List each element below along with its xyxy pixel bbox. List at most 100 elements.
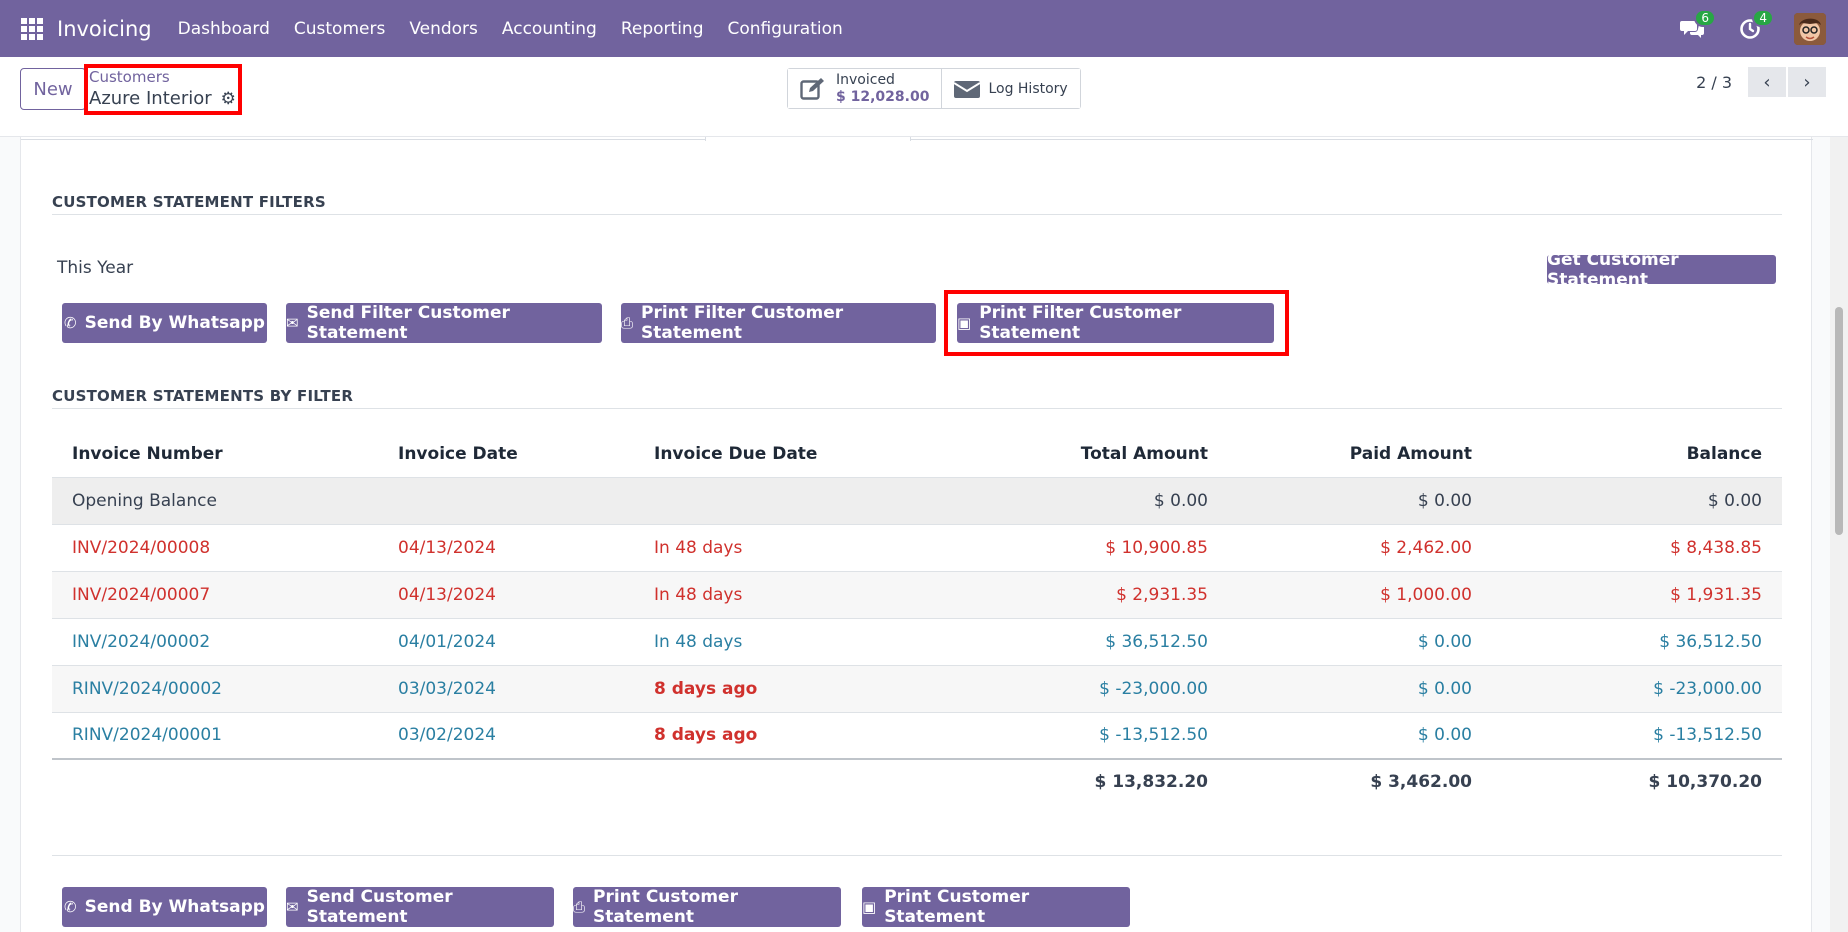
apps-menu-icon[interactable] [21, 17, 43, 40]
app-brand[interactable]: Invoicing [57, 17, 152, 41]
printer-icon: ⎙ [621, 314, 634, 332]
empty-cell [378, 477, 634, 525]
menu-customers[interactable]: Customers [282, 19, 397, 39]
header-invoice-date: Invoice Date [378, 431, 634, 478]
pager-previous-button[interactable]: ‹ [1748, 67, 1786, 97]
send-customer-statement-label: Send Customer Statement [306, 887, 453, 927]
grand-balance: $ 10,370.20 [1492, 758, 1782, 804]
menu-reporting[interactable]: Reporting [609, 19, 716, 39]
activities-button[interactable]: 4 [1736, 8, 1774, 43]
gear-icon[interactable]: ⚙ [221, 89, 236, 109]
invoice-balance: $ 1,931.35 [1492, 571, 1782, 619]
invoice-total: $ -23,000.00 [934, 665, 1228, 713]
invoice-due: 8 days ago [634, 665, 934, 713]
top-navbar: Invoicing Dashboard Customers Vendors Ac… [0, 0, 1848, 57]
print-customer-statement-pdf-button[interactable]: ⎙ Print Customer Statement [573, 887, 841, 927]
invoice-due: In 48 days [634, 571, 934, 619]
printer-icon: ⎙ [573, 898, 586, 916]
empty-cell [378, 758, 634, 804]
pager: 2 / 3 ‹ › [1696, 67, 1826, 97]
section-divider [52, 408, 1782, 409]
main-menu: Dashboard Customers Vendors Accounting R… [166, 19, 855, 39]
opening-balance-row: Opening Balance $ 0.00 $ 0.00 $ 0.00 [52, 477, 1782, 525]
menu-configuration[interactable]: Configuration [716, 19, 855, 39]
envelope-icon: ✉ [286, 314, 299, 332]
empty-cell [634, 477, 934, 525]
systray: 6 4 [1648, 8, 1826, 45]
scrollbar-thumb[interactable] [1835, 307, 1843, 535]
invoice-balance: $ 36,512.50 [1492, 618, 1782, 666]
header-due-date: Invoice Due Date [634, 431, 934, 478]
tab-active[interactable] [705, 137, 911, 141]
user-avatar[interactable] [1794, 12, 1826, 45]
invoice-number: INV/2024/00008 [52, 524, 378, 572]
menu-dashboard[interactable]: Dashboard [166, 19, 282, 39]
header-paid-amount: Paid Amount [1228, 431, 1492, 478]
invoice-date: 04/01/2024 [378, 618, 634, 666]
excel-file-icon: ▣ [957, 314, 972, 332]
new-button[interactable]: New [20, 68, 86, 110]
page-scrollbar[interactable] [1830, 137, 1848, 932]
messages-badge: 6 [1694, 8, 1716, 27]
print-customer-statement-pdf-label: Print Customer Statement [593, 887, 738, 927]
print-filter-statement-excel-button[interactable]: ▣ Print Filter Customer Statement [957, 303, 1274, 343]
grand-paid: $ 3,462.00 [1228, 758, 1492, 804]
log-history-label: Log History [988, 80, 1068, 97]
empty-cell [52, 758, 378, 804]
get-customer-statement-button[interactable]: Get Customer Statement [1547, 250, 1776, 290]
invoice-paid: $ 0.00 [1228, 712, 1492, 760]
form-sheet: CUSTOMER STATEMENT FILTERS This Year Get… [20, 137, 1813, 932]
log-history-button[interactable]: Log History [942, 69, 1080, 108]
invoice-paid: $ 2,462.00 [1228, 524, 1492, 572]
tab-right[interactable] [911, 137, 1813, 140]
invoice-date: 04/13/2024 [378, 571, 634, 619]
invoice-number: RINV/2024/00001 [52, 712, 378, 760]
header-invoice-number: Invoice Number [52, 431, 378, 478]
table-header-row: Invoice Number Invoice Date Invoice Due … [52, 431, 1782, 478]
invoice-date: 03/03/2024 [378, 665, 634, 713]
record-name: Azure Interior [89, 88, 212, 109]
send-filter-statement-button[interactable]: ✉ Send Filter Customer Statement [286, 303, 602, 343]
invoice-paid: $ 0.00 [1228, 665, 1492, 713]
activities-badge: 4 [1752, 8, 1774, 27]
print-filter-statement-pdf-button[interactable]: ⎙ Print Filter Customer Statement [621, 303, 936, 343]
send-filter-statement-label: Send Filter Customer Statement [306, 303, 510, 343]
opening-balance: $ 0.00 [1492, 477, 1782, 525]
pager-value[interactable]: 2 / 3 [1696, 73, 1732, 92]
table-row[interactable]: INV/2024/00007 04/13/2024 In 48 days $ 2… [52, 571, 1782, 619]
pager-next-button[interactable]: › [1788, 67, 1826, 97]
send-customer-statement-button[interactable]: ✉ Send Customer Statement [286, 887, 554, 927]
invoice-due: In 48 days [634, 618, 934, 666]
invoiced-label: Invoiced [836, 71, 895, 88]
send-by-whatsapp-filter-button[interactable]: ✆ Send By Whatsapp [62, 303, 267, 343]
breadcrumb-customers[interactable]: Customers [89, 68, 170, 86]
print-customer-statement-excel-button[interactable]: ▣ Print Customer Statement [862, 887, 1130, 927]
filter-period[interactable]: This Year [57, 258, 133, 278]
messages-button[interactable]: 6 [1678, 8, 1716, 43]
section-divider [52, 214, 1782, 215]
print-customer-statement-excel-label: Print Customer Statement [884, 887, 1030, 927]
invoice-total: $ 36,512.50 [934, 618, 1228, 666]
send-by-whatsapp-button[interactable]: ✆ Send By Whatsapp [62, 887, 267, 927]
invoiced-value: $ 12,028.00 [836, 88, 930, 105]
table-row[interactable]: INV/2024/00008 04/13/2024 In 48 days $ 1… [52, 524, 1782, 572]
envelope-icon: ✉ [286, 898, 299, 916]
empty-cell [634, 758, 934, 804]
menu-accounting[interactable]: Accounting [490, 19, 609, 39]
invoiced-stat-button[interactable]: Invoiced $ 12,028.00 [788, 69, 943, 108]
invoice-date: 03/02/2024 [378, 712, 634, 760]
statements-section-title: CUSTOMER STATEMENTS BY FILTER [52, 387, 354, 405]
tab-left[interactable] [21, 137, 705, 140]
table-row[interactable]: RINV/2024/00002 03/03/2024 8 days ago $ … [52, 665, 1782, 713]
statement-table: Invoice Number Invoice Date Invoice Due … [52, 431, 1782, 804]
invoice-number: INV/2024/00007 [52, 571, 378, 619]
menu-vendors[interactable]: Vendors [397, 19, 490, 39]
grand-total: $ 13,832.20 [934, 758, 1228, 804]
chevron-right-icon: › [1803, 71, 1811, 93]
table-row[interactable]: INV/2024/00002 04/01/2024 In 48 days $ 3… [52, 618, 1782, 666]
table-row[interactable]: RINV/2024/00001 03/02/2024 8 days ago $ … [52, 712, 1782, 760]
whatsapp-icon: ✆ [64, 314, 77, 332]
invoice-balance: $ -13,512.50 [1492, 712, 1782, 760]
invoice-number: RINV/2024/00002 [52, 665, 378, 713]
invoice-due: 8 days ago [634, 712, 934, 760]
